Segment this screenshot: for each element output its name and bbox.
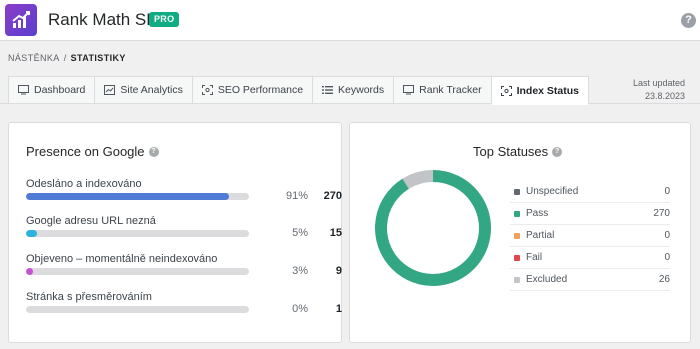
legend-item: Unspecified 0 bbox=[510, 181, 670, 203]
tabs: Dashboard Site Analytics SEO Performance… bbox=[8, 76, 590, 105]
tab-rank-tracker[interactable]: Rank Tracker bbox=[393, 76, 491, 104]
presence-label: Objeveno – momentálně neindexováno bbox=[26, 253, 218, 265]
tab-label: Keywords bbox=[338, 84, 385, 96]
keywords-icon bbox=[322, 86, 334, 94]
legend-item: Pass 270 bbox=[510, 203, 670, 225]
presence-bar-track bbox=[26, 230, 249, 237]
legend-count: 0 bbox=[664, 186, 670, 197]
legend-swatch bbox=[514, 210, 520, 217]
help-icon[interactable]: ? bbox=[552, 146, 563, 157]
tab-label: Index Status bbox=[516, 84, 580, 97]
tab-index-status[interactable]: Index Status bbox=[490, 76, 590, 105]
tab-label: Site Analytics bbox=[120, 84, 183, 96]
index-status-icon bbox=[500, 85, 512, 96]
presence-count: 1 bbox=[335, 303, 342, 315]
presence-label: Stránka s přesměrováním bbox=[26, 291, 152, 303]
breadcrumb-parent[interactable]: NÁSTĚNKA bbox=[8, 53, 60, 63]
legend-name: Unspecified bbox=[526, 186, 579, 197]
tab-keywords[interactable]: Keywords bbox=[312, 76, 394, 104]
presence-bar-track bbox=[26, 268, 249, 275]
presence-bar-fill bbox=[26, 268, 33, 275]
presence-row: Google adresu URL nezná 5% 15 bbox=[26, 215, 342, 245]
legend-count: 0 bbox=[664, 230, 670, 241]
help-icon[interactable]: ? bbox=[148, 146, 159, 157]
dashboard-icon bbox=[18, 85, 29, 95]
tab-label: SEO Performance bbox=[217, 84, 304, 96]
legend-item: Fail 0 bbox=[510, 247, 670, 269]
legend-swatch bbox=[514, 188, 520, 195]
tab-label: Rank Tracker bbox=[419, 84, 482, 96]
legend-swatch bbox=[514, 232, 520, 239]
presence-count: 15 bbox=[329, 227, 342, 239]
last-updated-label: Last updated bbox=[632, 78, 685, 88]
presence-label: Odesláno a indexováno bbox=[26, 178, 142, 190]
presence-bar-fill bbox=[26, 193, 229, 200]
legend-count: 270 bbox=[653, 208, 670, 219]
top-statuses-title: Top Statuses bbox=[473, 144, 549, 159]
presence-percent: 91% bbox=[285, 190, 308, 202]
breadcrumb-separator: / bbox=[63, 53, 67, 63]
tab-site-analytics[interactable]: Site Analytics bbox=[94, 76, 192, 104]
legend-name: Fail bbox=[526, 252, 543, 263]
legend-name: Pass bbox=[526, 208, 549, 219]
top-statuses-card: Top Statuses ? Unspecified 0 Pass 270 Pa… bbox=[349, 122, 691, 343]
status-legend: Unspecified 0 Pass 270 Partial 0 Fail 0 … bbox=[510, 181, 670, 291]
top-header: Rank Math SEO PRO ? bbox=[0, 0, 700, 41]
presence-row: Odesláno a indexováno 91% 270 bbox=[26, 178, 342, 208]
pro-badge: PRO bbox=[149, 12, 180, 27]
presence-percent: 5% bbox=[292, 227, 308, 239]
tab-label: Dashboard bbox=[34, 84, 86, 96]
presence-bar-track bbox=[26, 306, 249, 313]
presence-card: Presence on Google ? Odesláno a indexová… bbox=[8, 122, 342, 343]
legend-swatch bbox=[514, 254, 520, 261]
breadcrumb-current: STATISTIKY bbox=[70, 53, 126, 63]
legend-swatch bbox=[514, 276, 520, 283]
top-statuses-title-wrap: Top Statuses ? bbox=[473, 144, 563, 159]
presence-title-wrap: Presence on Google ? bbox=[26, 144, 159, 159]
legend-count: 0 bbox=[664, 252, 670, 263]
last-updated-date: 23.8.2023 bbox=[644, 91, 685, 101]
status-donut-chart bbox=[375, 170, 491, 286]
rank-tracker-icon bbox=[403, 85, 415, 95]
rank-math-logo[interactable] bbox=[5, 4, 37, 36]
donut-slice-pass bbox=[375, 170, 491, 286]
presence-row: Stránka s přesměrováním 0% 1 bbox=[26, 291, 342, 321]
legend-item: Excluded 26 bbox=[510, 269, 670, 291]
presence-title: Presence on Google bbox=[26, 144, 145, 159]
legend-count: 26 bbox=[658, 274, 670, 285]
breadcrumb: NÁSTĚNKA / STATISTIKY bbox=[8, 53, 126, 63]
legend-name: Excluded bbox=[526, 274, 568, 285]
presence-count: 9 bbox=[335, 265, 342, 277]
presence-bar-track bbox=[26, 193, 249, 200]
analytics-icon bbox=[104, 85, 116, 95]
presence-count: 270 bbox=[323, 190, 342, 202]
legend-name: Partial bbox=[526, 230, 555, 241]
help-icon[interactable]: ? bbox=[681, 13, 696, 28]
seo-performance-icon bbox=[201, 85, 213, 95]
presence-bar-fill bbox=[26, 230, 38, 237]
tab-dashboard[interactable]: Dashboard bbox=[8, 76, 95, 104]
presence-label: Google adresu URL nezná bbox=[26, 215, 156, 227]
tab-seo-performance[interactable]: SEO Performance bbox=[191, 76, 313, 104]
presence-percent: 3% bbox=[292, 265, 308, 277]
presence-percent: 0% bbox=[292, 303, 308, 315]
presence-row: Objeveno – momentálně neindexováno 3% 9 bbox=[26, 253, 342, 283]
donut-slice-excluded bbox=[402, 170, 434, 189]
legend-item: Partial 0 bbox=[510, 225, 670, 247]
last-updated: Last updated 23.8.2023 bbox=[633, 77, 685, 103]
